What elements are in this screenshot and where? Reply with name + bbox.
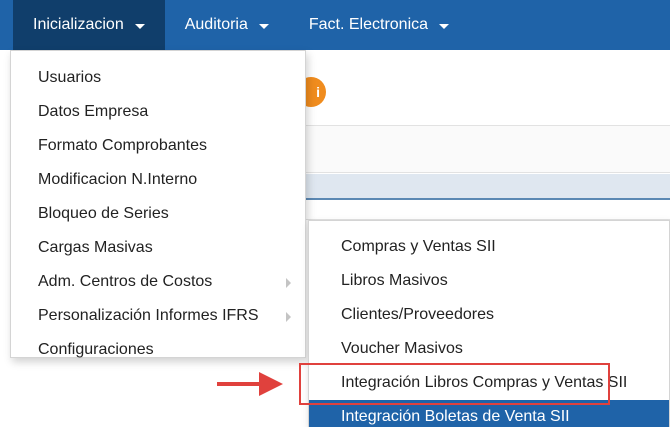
submenu-arrow-icon <box>286 278 291 288</box>
annotation-arrow-icon <box>217 372 283 396</box>
menu-item-formato-comprobantes[interactable]: Formato Comprobantes <box>11 129 305 163</box>
inicializacion-dropdown: Usuarios Datos Empresa Formato Comproban… <box>10 50 306 358</box>
menu-item-label: Adm. Centros de Costos <box>38 273 213 290</box>
submenu-arrow-icon <box>286 312 291 322</box>
menu-item-datos-empresa[interactable]: Datos Empresa <box>11 95 305 129</box>
nav-fact-electronica[interactable]: Fact. Electronica <box>289 0 469 50</box>
menu-item-usuarios[interactable]: Usuarios <box>11 61 305 95</box>
menu-item-label: Usuarios <box>38 69 102 86</box>
top-navbar: Inicializacion Auditoria Fact. Electroni… <box>0 0 670 50</box>
menu-item-personalizacion-informes-ifrs[interactable]: Personalización Informes IFRS <box>11 299 305 333</box>
background-header-bar <box>300 174 670 200</box>
menu-item-label: Formato Comprobantes <box>38 137 207 154</box>
menu-item-configuraciones[interactable]: Configuraciones <box>11 333 305 367</box>
caret-down-icon <box>258 23 269 29</box>
nav-label: Fact. Electronica <box>308 16 429 33</box>
menu-item-modificacion-n-interno[interactable]: Modificacion N.Interno <box>11 163 305 197</box>
menu-item-label: Cargas Masivas <box>38 239 153 256</box>
menu-item-label: Configuraciones <box>38 341 154 358</box>
menu-item-label: Datos Empresa <box>38 103 149 120</box>
submenu-item-clientes-proveedores[interactable]: Clientes/Proveedores <box>309 298 669 332</box>
nav-auditoria[interactable]: Auditoria <box>165 0 289 50</box>
menu-item-bloqueo-de-series[interactable]: Bloqueo de Series <box>11 197 305 231</box>
menu-item-cargas-masivas[interactable]: Cargas Masivas <box>11 231 305 265</box>
nav-inicializacion[interactable]: Inicializacion <box>13 0 165 50</box>
annotation-highlight-box <box>299 363 610 405</box>
menu-item-label: Personalización Informes IFRS <box>38 307 259 324</box>
caret-down-icon <box>134 23 145 29</box>
submenu-item-libros-masivos[interactable]: Libros Masivos <box>309 264 669 298</box>
submenu-item-voucher-masivos[interactable]: Voucher Masivos <box>309 332 669 366</box>
background-panel <box>300 125 670 173</box>
submenu-item-compras-y-ventas-sii[interactable]: Compras y Ventas SII <box>309 230 669 264</box>
menu-item-label: Bloqueo de Series <box>38 205 169 222</box>
menu-item-adm-centros-de-costos[interactable]: Adm. Centros de Costos <box>11 265 305 299</box>
caret-down-icon <box>439 23 450 29</box>
nav-label: Auditoria <box>184 16 248 33</box>
menu-item-label: Modificacion N.Interno <box>38 171 198 188</box>
nav-label: Inicializacion <box>33 16 124 33</box>
